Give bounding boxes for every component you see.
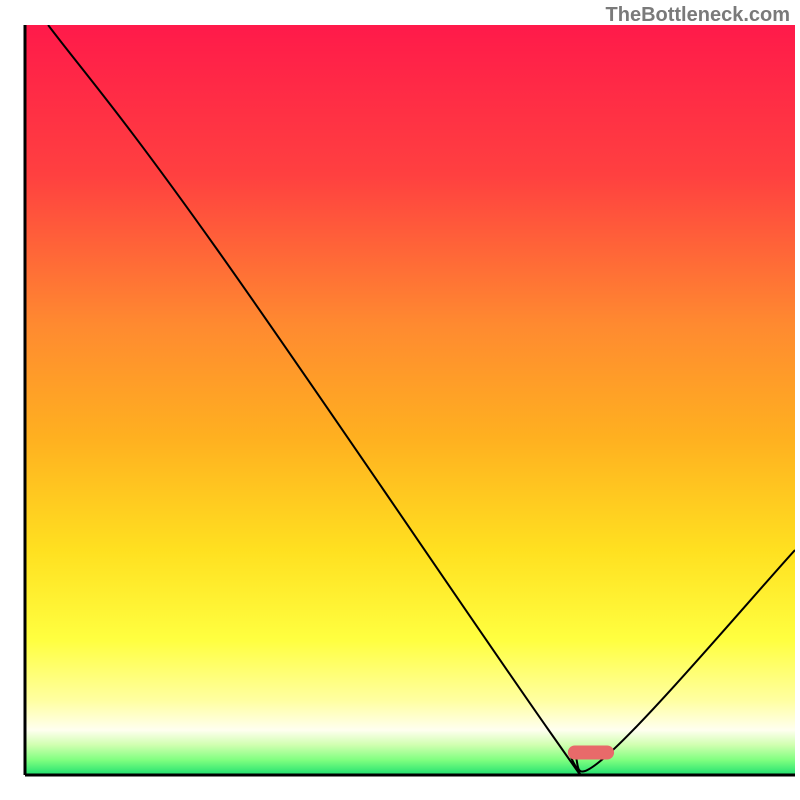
- watermark-text: TheBottleneck.com: [606, 4, 790, 27]
- optimal-marker: [568, 746, 614, 760]
- chart-container: TheBottleneck.com: [0, 0, 800, 800]
- gradient-background: [25, 25, 795, 775]
- bottleneck-chart: [0, 0, 800, 800]
